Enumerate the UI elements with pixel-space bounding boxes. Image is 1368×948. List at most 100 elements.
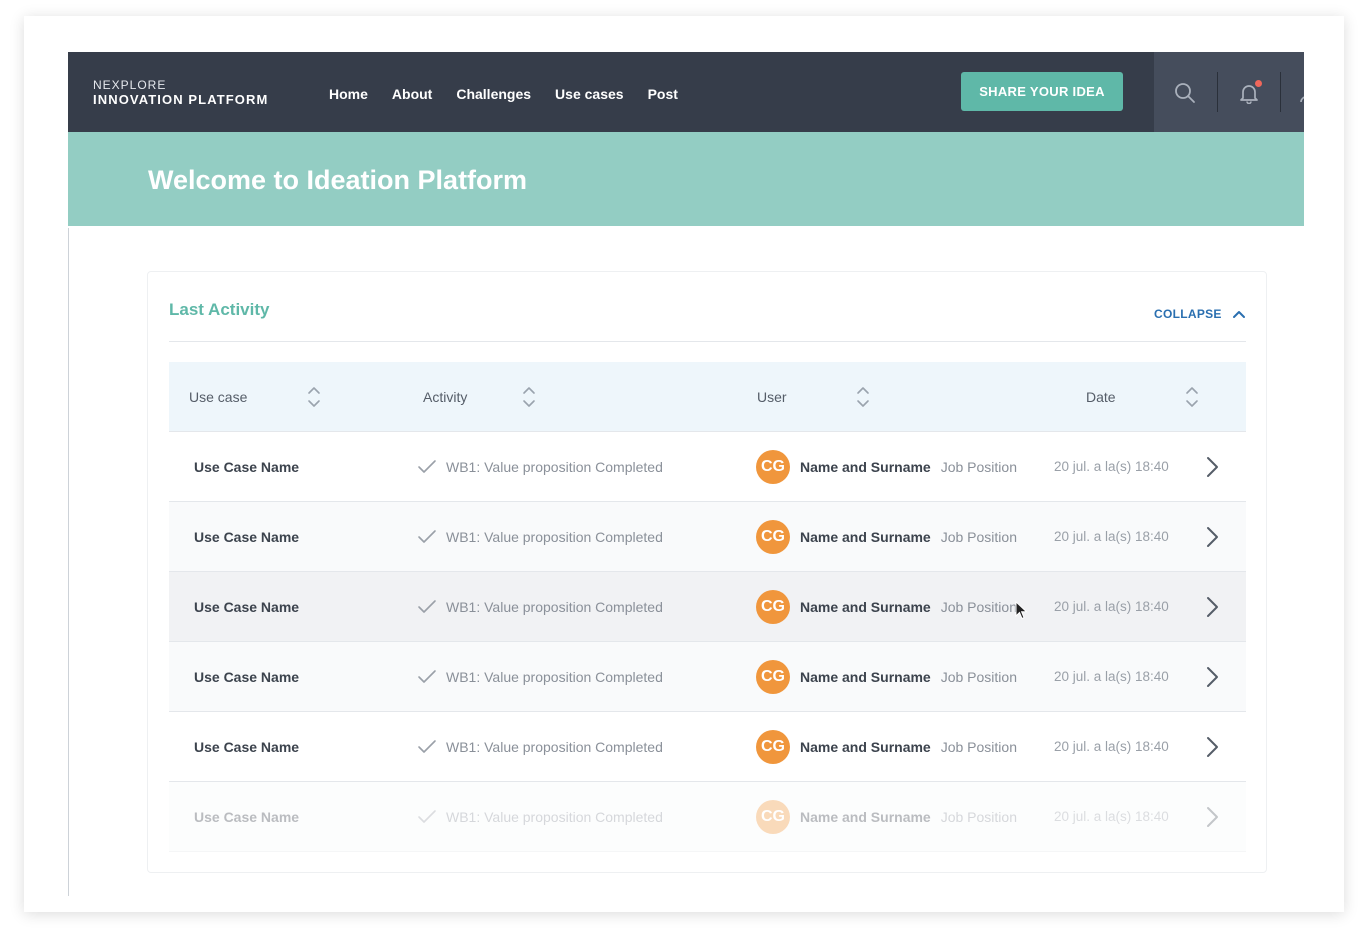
user-cell: CG Name and Surname Job Position bbox=[756, 502, 1017, 571]
table-row[interactable]: Use Case Name WB1: Value proposition Com… bbox=[169, 572, 1246, 642]
activity-cell: WB1: Value proposition Completed bbox=[417, 432, 663, 501]
user-name: Name and Surname bbox=[800, 738, 931, 755]
check-icon bbox=[418, 599, 436, 613]
avatar: CG bbox=[756, 729, 790, 764]
chevron-right-icon[interactable] bbox=[1205, 572, 1219, 641]
user-position: Job Position bbox=[940, 528, 1017, 545]
user-name: Name and Surname bbox=[800, 458, 931, 475]
activity-cell: WB1: Value proposition Completed bbox=[417, 642, 663, 711]
nav-link-about[interactable]: About bbox=[392, 86, 432, 102]
avatar: CG bbox=[756, 449, 790, 484]
top-navbar: NEXPLORE INNOVATION PLATFORM Home About … bbox=[68, 52, 1304, 132]
card-title: Last Activity bbox=[169, 300, 270, 319]
collapse-label: COLLAPSE bbox=[1154, 307, 1222, 321]
user-position: Job Position bbox=[940, 458, 1017, 475]
table-row[interactable]: Use Case Name WB1: Value proposition Com… bbox=[169, 642, 1246, 712]
use-case-name: Use Case Name bbox=[194, 528, 300, 545]
check-icon bbox=[418, 529, 436, 543]
activity-table: Use case Activity User Date Use Case Nam… bbox=[169, 362, 1246, 852]
activity-text: WB1: Value proposition Completed bbox=[446, 738, 663, 755]
table-header: Use case Activity User Date bbox=[169, 362, 1246, 432]
chevron-right-icon[interactable] bbox=[1205, 502, 1219, 571]
share-idea-button[interactable]: SHARE YOUR IDEA bbox=[961, 72, 1123, 111]
table-row[interactable]: Use Case Name WB1: Value proposition Com… bbox=[169, 712, 1246, 782]
column-header-date: Date bbox=[1086, 388, 1116, 405]
brand-top-text: NEXPLORE bbox=[93, 78, 167, 92]
mouse-cursor-icon bbox=[1015, 601, 1028, 620]
sort-icon[interactable] bbox=[1185, 385, 1199, 414]
avatar: CG bbox=[756, 519, 790, 554]
page-title: Welcome to Ideation Platform bbox=[148, 165, 528, 195]
card-divider bbox=[169, 341, 1246, 342]
activity-date: 20 jul. a la(s) 18:40 bbox=[1054, 669, 1169, 684]
brand-bottom-text: INNOVATION PLATFORM bbox=[93, 92, 269, 107]
avatar: CG bbox=[756, 659, 790, 694]
user-name: Name and Surname bbox=[800, 598, 931, 615]
hero-banner: Welcome to Ideation Platform bbox=[68, 132, 1304, 226]
nav-link-challenges[interactable]: Challenges bbox=[456, 86, 531, 102]
chevron-right-icon[interactable] bbox=[1205, 712, 1219, 781]
check-icon bbox=[418, 809, 436, 823]
activity-cell: WB1: Value proposition Completed bbox=[417, 502, 663, 571]
notification-dot bbox=[1255, 80, 1262, 87]
sort-icon[interactable] bbox=[522, 385, 536, 414]
user-position: Job Position bbox=[940, 808, 1017, 825]
last-activity-card: Last Activity COLLAPSE Use case Activity… bbox=[147, 271, 1267, 873]
use-case-name: Use Case Name bbox=[194, 458, 300, 475]
use-case-name: Use Case Name bbox=[194, 738, 300, 755]
sort-icon[interactable] bbox=[856, 385, 870, 414]
activity-date: 20 jul. a la(s) 18:40 bbox=[1054, 809, 1169, 824]
table-row[interactable]: Use Case Name WB1: Value proposition Com… bbox=[169, 502, 1246, 572]
user-cell: CG Name and Surname Job Position bbox=[756, 432, 1017, 501]
check-icon bbox=[418, 669, 436, 683]
avatar: CG bbox=[756, 589, 790, 624]
activity-cell: WB1: Value proposition Completed bbox=[417, 712, 663, 781]
column-header-use-case: Use case bbox=[189, 388, 248, 405]
activity-text: WB1: Value proposition Completed bbox=[446, 528, 663, 545]
user-cell: CG Name and Surname Job Position bbox=[756, 782, 1017, 851]
activity-cell: WB1: Value proposition Completed bbox=[417, 572, 663, 641]
sort-icon[interactable] bbox=[307, 385, 321, 414]
activity-date: 20 jul. a la(s) 18:40 bbox=[1054, 459, 1169, 474]
use-case-name: Use Case Name bbox=[194, 668, 300, 685]
app-viewport: NEXPLORE INNOVATION PLATFORM Home About … bbox=[68, 52, 1304, 896]
brand-logo[interactable]: NEXPLORE INNOVATION PLATFORM bbox=[93, 78, 268, 108]
search-icon[interactable] bbox=[1174, 82, 1196, 104]
chevron-right-icon[interactable] bbox=[1205, 642, 1219, 711]
chevron-right-icon[interactable] bbox=[1205, 432, 1219, 501]
activity-text: WB1: Value proposition Completed bbox=[446, 458, 663, 475]
chevron-up-icon bbox=[1232, 311, 1245, 318]
column-header-user: User bbox=[757, 388, 787, 405]
avatar: CG bbox=[756, 799, 790, 834]
nav-link-use-cases[interactable]: Use cases bbox=[555, 86, 624, 102]
user-name: Name and Surname bbox=[800, 808, 931, 825]
activity-text: WB1: Value proposition Completed bbox=[446, 668, 663, 685]
activity-cell: WB1: Value proposition Completed bbox=[417, 782, 663, 851]
nav-link-post[interactable]: Post bbox=[648, 86, 678, 102]
nav-link-home[interactable]: Home bbox=[329, 86, 368, 102]
chevron-right-icon[interactable] bbox=[1205, 782, 1219, 851]
use-case-name: Use Case Name bbox=[194, 598, 300, 615]
user-cell: CG Name and Surname Job Position bbox=[756, 712, 1017, 781]
activity-date: 20 jul. a la(s) 18:40 bbox=[1054, 599, 1169, 614]
user-position: Job Position bbox=[940, 668, 1017, 685]
table-row[interactable]: Use Case Name WB1: Value proposition Com… bbox=[169, 432, 1246, 502]
user-cell: CG Name and Surname Job Position bbox=[756, 572, 1017, 641]
user-name: Name and Surname bbox=[800, 668, 931, 685]
use-case-name: Use Case Name bbox=[194, 808, 300, 825]
table-row[interactable]: Use Case Name WB1: Value proposition Com… bbox=[169, 782, 1246, 852]
user-position: Job Position bbox=[940, 598, 1017, 615]
activity-date: 20 jul. a la(s) 18:40 bbox=[1054, 739, 1169, 754]
check-icon bbox=[418, 459, 436, 473]
user-position: Job Position bbox=[940, 738, 1017, 755]
window-frame: NEXPLORE INNOVATION PLATFORM Home About … bbox=[24, 16, 1344, 912]
activity-text: WB1: Value proposition Completed bbox=[446, 808, 663, 825]
nav-tools bbox=[1154, 52, 1304, 132]
user-cell: CG Name and Surname Job Position bbox=[756, 642, 1017, 711]
collapse-button[interactable]: COLLAPSE bbox=[1154, 307, 1246, 321]
column-header-activity: Activity bbox=[423, 388, 468, 405]
user-icon[interactable] bbox=[1298, 82, 1304, 104]
tool-divider bbox=[1217, 72, 1218, 112]
user-name: Name and Surname bbox=[800, 528, 931, 545]
main-nav: Home About Challenges Use cases Post bbox=[329, 86, 702, 102]
